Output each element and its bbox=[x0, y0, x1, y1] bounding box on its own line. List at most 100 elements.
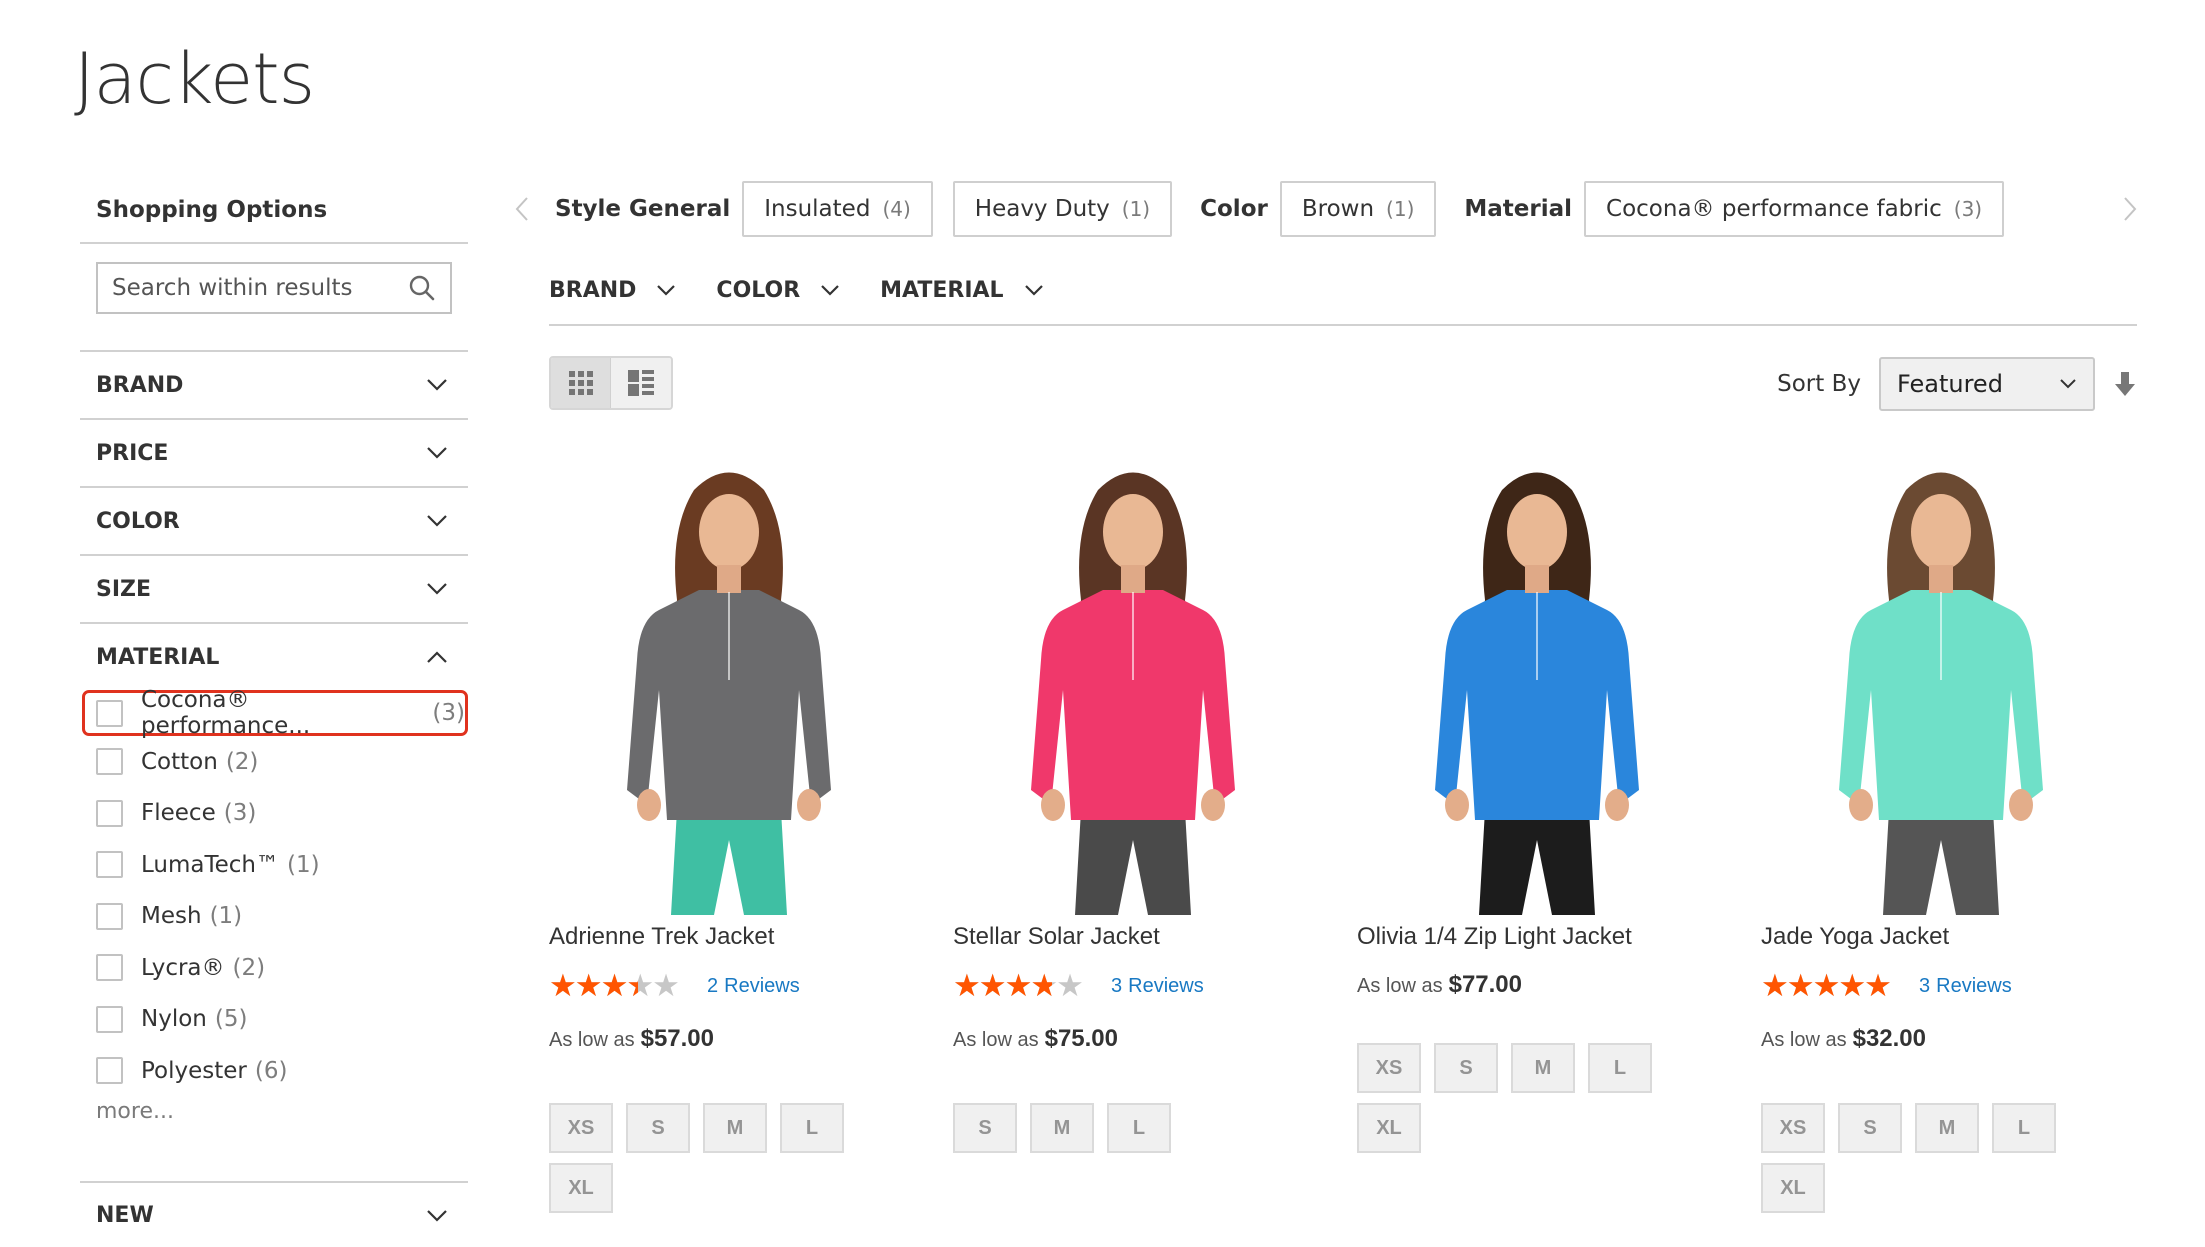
hfilter-label: COLOR bbox=[716, 277, 801, 303]
price-label: As low as bbox=[549, 1029, 635, 1051]
search-icon[interactable] bbox=[408, 274, 436, 302]
horizontal-filters: BRAND COLOR MATERIAL bbox=[549, 270, 2137, 326]
size-swatch[interactable]: S bbox=[1838, 1103, 1902, 1153]
size-swatch[interactable]: L bbox=[780, 1103, 844, 1153]
chip-label: Cocona® performance fabric bbox=[1606, 196, 1942, 222]
toolbar: Sort By Featured bbox=[549, 356, 2137, 412]
shopping-options-title: Shopping Options bbox=[96, 197, 328, 223]
option-count: (1) bbox=[287, 851, 320, 878]
size-swatch[interactable]: XS bbox=[1357, 1043, 1421, 1093]
star-icons-filled: ★★★★★ bbox=[549, 971, 638, 1001]
product-card: Adrienne Trek Jacket ★★★★★ ★★★★★ 2Review… bbox=[549, 460, 909, 1223]
filter-price[interactable]: PRICE bbox=[80, 418, 468, 486]
hfilter-material[interactable]: MATERIAL bbox=[880, 270, 1043, 310]
chevron-right-icon[interactable] bbox=[2123, 196, 2137, 222]
divider bbox=[80, 242, 468, 244]
checkbox[interactable] bbox=[96, 1005, 123, 1033]
checkbox[interactable] bbox=[96, 851, 123, 879]
product-photo[interactable] bbox=[1357, 460, 1717, 915]
checkbox[interactable] bbox=[96, 954, 123, 982]
chip-count: (4) bbox=[882, 197, 911, 221]
hfilter-brand[interactable]: BRAND bbox=[549, 270, 676, 310]
option-label: Nylon bbox=[141, 1006, 207, 1033]
checkbox[interactable] bbox=[96, 902, 123, 930]
material-option-nylon[interactable]: Nylon (5) bbox=[80, 994, 468, 1046]
product-photo[interactable] bbox=[549, 460, 909, 915]
size-swatch[interactable]: L bbox=[1107, 1103, 1171, 1153]
search-within-results bbox=[96, 262, 452, 314]
size-swatch[interactable]: L bbox=[1588, 1043, 1652, 1093]
filter-color[interactable]: COLOR bbox=[80, 486, 468, 554]
face bbox=[1507, 494, 1567, 570]
size-swatch[interactable]: XL bbox=[549, 1163, 613, 1213]
product-price: As low as $57.00 bbox=[549, 1025, 909, 1059]
material-option-cocona[interactable]: Cocona® performance... (3) bbox=[82, 687, 468, 739]
filter-label: SIZE bbox=[96, 576, 152, 602]
size-swatch[interactable]: M bbox=[1511, 1043, 1575, 1093]
chevron-down-icon bbox=[427, 583, 447, 595]
price-label: As low as bbox=[1761, 1029, 1847, 1051]
material-option-fleece[interactable]: Fleece (3) bbox=[80, 788, 468, 840]
option-count: (2) bbox=[232, 954, 266, 981]
list-view-button[interactable] bbox=[611, 358, 671, 408]
reviews-link[interactable]: 3 Reviews bbox=[1111, 975, 1204, 998]
filter-new[interactable]: NEW bbox=[80, 1180, 468, 1247]
sort-value: Featured bbox=[1897, 370, 2003, 398]
price-label: As low as bbox=[953, 1029, 1039, 1051]
neck bbox=[1929, 565, 1953, 593]
chip-cocona[interactable]: Cocona® performance fabric (3) bbox=[1584, 181, 2005, 237]
checkbox[interactable] bbox=[96, 1057, 123, 1085]
filter-size[interactable]: SIZE bbox=[80, 554, 468, 622]
checkbox[interactable] bbox=[96, 799, 123, 827]
filter-material[interactable]: MATERIAL bbox=[80, 622, 468, 690]
sort-direction-arrow-icon[interactable] bbox=[2113, 370, 2137, 398]
size-swatch[interactable]: XL bbox=[1357, 1103, 1421, 1153]
reviews-count: 2 bbox=[707, 974, 719, 997]
material-option-cotton[interactable]: Cotton (2) bbox=[80, 736, 468, 788]
checkbox[interactable] bbox=[96, 748, 123, 776]
more-options-link[interactable]: more... bbox=[80, 1097, 468, 1137]
chip-insulated[interactable]: Insulated (4) bbox=[742, 181, 933, 237]
reviews-link[interactable]: 2 Reviews bbox=[707, 975, 800, 998]
size-swatch[interactable]: M bbox=[703, 1103, 767, 1153]
material-option-mesh[interactable]: Mesh (1) bbox=[80, 891, 468, 943]
sidebar: Shopping Options BRAND PRICE COLOR SIZE … bbox=[80, 190, 468, 1247]
option-count: (3) bbox=[223, 800, 257, 827]
product-photo[interactable] bbox=[953, 460, 1313, 915]
chip-brown[interactable]: Brown (1) bbox=[1279, 181, 1437, 237]
chevron-left-icon[interactable] bbox=[515, 196, 529, 222]
size-swatch[interactable]: M bbox=[1915, 1103, 1979, 1153]
rating-stars: ★★★★★ ★★★★★ bbox=[1761, 971, 1909, 1001]
size-swatch[interactable]: S bbox=[626, 1103, 690, 1153]
product-name-link[interactable]: Jade Yoga Jacket bbox=[1761, 923, 2121, 957]
material-option-polyester[interactable]: Polyester (6) bbox=[80, 1045, 468, 1097]
size-swatch[interactable]: S bbox=[953, 1103, 1017, 1153]
price-amount: $77.00 bbox=[1448, 971, 1522, 998]
product-name-link[interactable]: Adrienne Trek Jacket bbox=[549, 923, 909, 957]
size-swatch[interactable]: XL bbox=[1761, 1163, 1825, 1213]
product-card: Jade Yoga Jacket ★★★★★ ★★★★★ 3 Reviews As… bbox=[1761, 460, 2121, 1223]
reviews-link[interactable]: 3 Reviews bbox=[1919, 975, 2012, 998]
product-name-link[interactable]: Olivia 1/4 Zip Light Jacket bbox=[1357, 923, 1717, 957]
grid-view-button[interactable] bbox=[551, 358, 611, 408]
chip-label: Heavy Duty bbox=[974, 196, 1110, 222]
size-swatch[interactable]: L bbox=[1992, 1103, 2056, 1153]
sort-by-label: Sort By bbox=[1777, 371, 1861, 397]
product-photo[interactable] bbox=[1761, 460, 2121, 915]
checkbox[interactable] bbox=[96, 699, 123, 727]
face bbox=[1911, 494, 1971, 570]
size-swatch[interactable]: XS bbox=[549, 1103, 613, 1153]
material-option-lumatech[interactable]: LumaTech™ (1) bbox=[80, 839, 468, 891]
product-rating: ★★★★★ ★★★★★ 3Reviews bbox=[1761, 969, 2121, 1003]
hfilter-color[interactable]: COLOR bbox=[716, 270, 840, 310]
filter-brand[interactable]: BRAND bbox=[80, 350, 468, 418]
chip-heavy-duty[interactable]: Heavy Duty (1) bbox=[952, 181, 1173, 237]
sort-select[interactable]: Featured bbox=[1879, 357, 2095, 411]
search-within-results-input[interactable] bbox=[112, 275, 408, 301]
size-swatch[interactable]: M bbox=[1030, 1103, 1094, 1153]
material-option-lycra[interactable]: Lycra® (2) bbox=[80, 942, 468, 994]
size-swatch[interactable]: S bbox=[1434, 1043, 1498, 1093]
size-swatch[interactable]: XS bbox=[1761, 1103, 1825, 1153]
size-swatches: XS S M L XL bbox=[1357, 1043, 1677, 1163]
product-name-link[interactable]: Stellar Solar Jacket bbox=[953, 923, 1313, 957]
